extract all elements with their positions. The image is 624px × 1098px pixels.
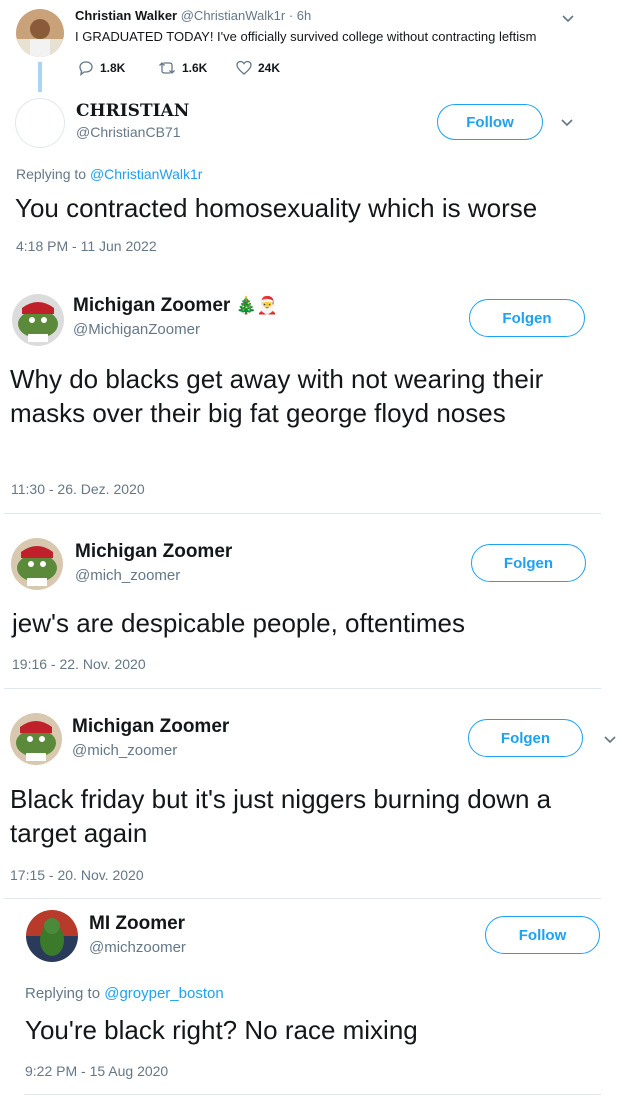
avatar-christian-walker[interactable] — [16, 9, 64, 57]
retweet-icon — [159, 62, 175, 74]
chevron-down-icon[interactable] — [559, 114, 575, 130]
tweet-divider — [4, 898, 601, 899]
tweet-age[interactable]: 6h — [297, 8, 311, 23]
author-handle[interactable]: @mich_zoomer — [75, 567, 180, 584]
retweet-count: 1.6K — [182, 61, 208, 75]
replying-prefix: Replying to — [25, 985, 101, 1002]
chevron-down-icon[interactable] — [602, 731, 618, 747]
follow-button[interactable]: Follow — [437, 104, 543, 140]
author-name[interactable]: Michigan Zoomer — [72, 716, 229, 738]
retweet-button[interactable]: 1.6K — [158, 60, 207, 76]
author-name[interactable]: Michigan Zoomer 🎄🎅 — [73, 295, 278, 317]
tweet-timestamp[interactable]: 19:16 - 22. Nov. 2020 — [12, 656, 146, 672]
thread-connector-line — [38, 62, 42, 92]
tweet-divider — [4, 513, 601, 514]
author-name[interactable]: Christian Walker — [75, 8, 177, 23]
tweet-text: Black friday but it's just niggers burni… — [10, 784, 552, 848]
dot-separator: · — [288, 8, 294, 23]
chevron-down-icon[interactable] — [560, 10, 576, 26]
author-name[interactable]: Michigan Zoomer — [75, 541, 232, 563]
tweet-text: You're black right? No race mixing — [25, 1015, 418, 1045]
author-handle[interactable]: @ChristianCB71 — [76, 124, 180, 140]
avatar-michigan-zoomer[interactable] — [12, 294, 64, 346]
heart-icon — [236, 60, 252, 75]
tweet1-text: I GRADUATED TODAY! I've officially survi… — [75, 29, 537, 44]
reply-count: 1.8K — [100, 61, 126, 75]
author-handle[interactable]: @ChristianWalk1r — [181, 8, 285, 23]
like-count: 24K — [258, 61, 281, 75]
reply-button[interactable]: 1.8K — [78, 60, 125, 76]
follow-button[interactable]: Follow — [485, 916, 600, 954]
replying-to-link[interactable]: @groyper_boston — [104, 985, 223, 1002]
tweet-divider — [24, 1094, 601, 1095]
tweet1-header: Christian Walker @ChristianWalk1r · 6h — [75, 8, 311, 23]
reply-icon — [79, 61, 93, 76]
tweet-text: Why do blacks get away with not wearing … — [10, 364, 544, 428]
author-handle[interactable]: @MichiganZoomer — [73, 321, 200, 338]
avatar-mi-zoomer[interactable] — [26, 910, 78, 962]
avatar-christian[interactable] — [15, 98, 65, 148]
tweet-divider — [4, 688, 601, 689]
author-handle[interactable]: @mich_zoomer — [72, 742, 177, 759]
tweet-timestamp[interactable]: 9:22 PM - 15 Aug 2020 — [25, 1063, 168, 1079]
replying-to-link[interactable]: @ChristianWalk1r — [90, 166, 203, 182]
tweet-text: jew's are despicable people, oftentimes — [12, 608, 466, 638]
follow-button[interactable]: Folgen — [469, 299, 585, 337]
author-handle[interactable]: @michzoomer — [89, 939, 186, 956]
follow-button[interactable]: Folgen — [471, 544, 586, 582]
like-button[interactable]: 24K — [236, 60, 280, 76]
avatar-michigan-zoomer[interactable] — [11, 538, 63, 590]
author-name-text: Michigan Zoomer — [73, 295, 231, 316]
name-emoji: 🎄🎅 — [235, 296, 278, 315]
author-name[interactable]: MI Zoomer — [89, 913, 185, 935]
replying-to: Replying to @ChristianWalk1r — [16, 166, 202, 182]
replying-prefix: Replying to — [16, 166, 87, 182]
author-name[interactable]: CHRISTIAN — [76, 101, 189, 121]
avatar-michigan-zoomer[interactable] — [10, 713, 62, 765]
tweet-timestamp[interactable]: 11:30 - 26. Dez. 2020 — [11, 481, 145, 497]
tweet-timestamp[interactable]: 4:18 PM - 11 Jun 2022 — [16, 238, 157, 254]
tweet-timestamp[interactable]: 17:15 - 20. Nov. 2020 — [10, 867, 144, 883]
tweet-text: You contracted homosexuality which is wo… — [15, 193, 538, 223]
follow-button[interactable]: Folgen — [468, 719, 583, 757]
replying-to: Replying to @groyper_boston — [25, 985, 224, 1002]
